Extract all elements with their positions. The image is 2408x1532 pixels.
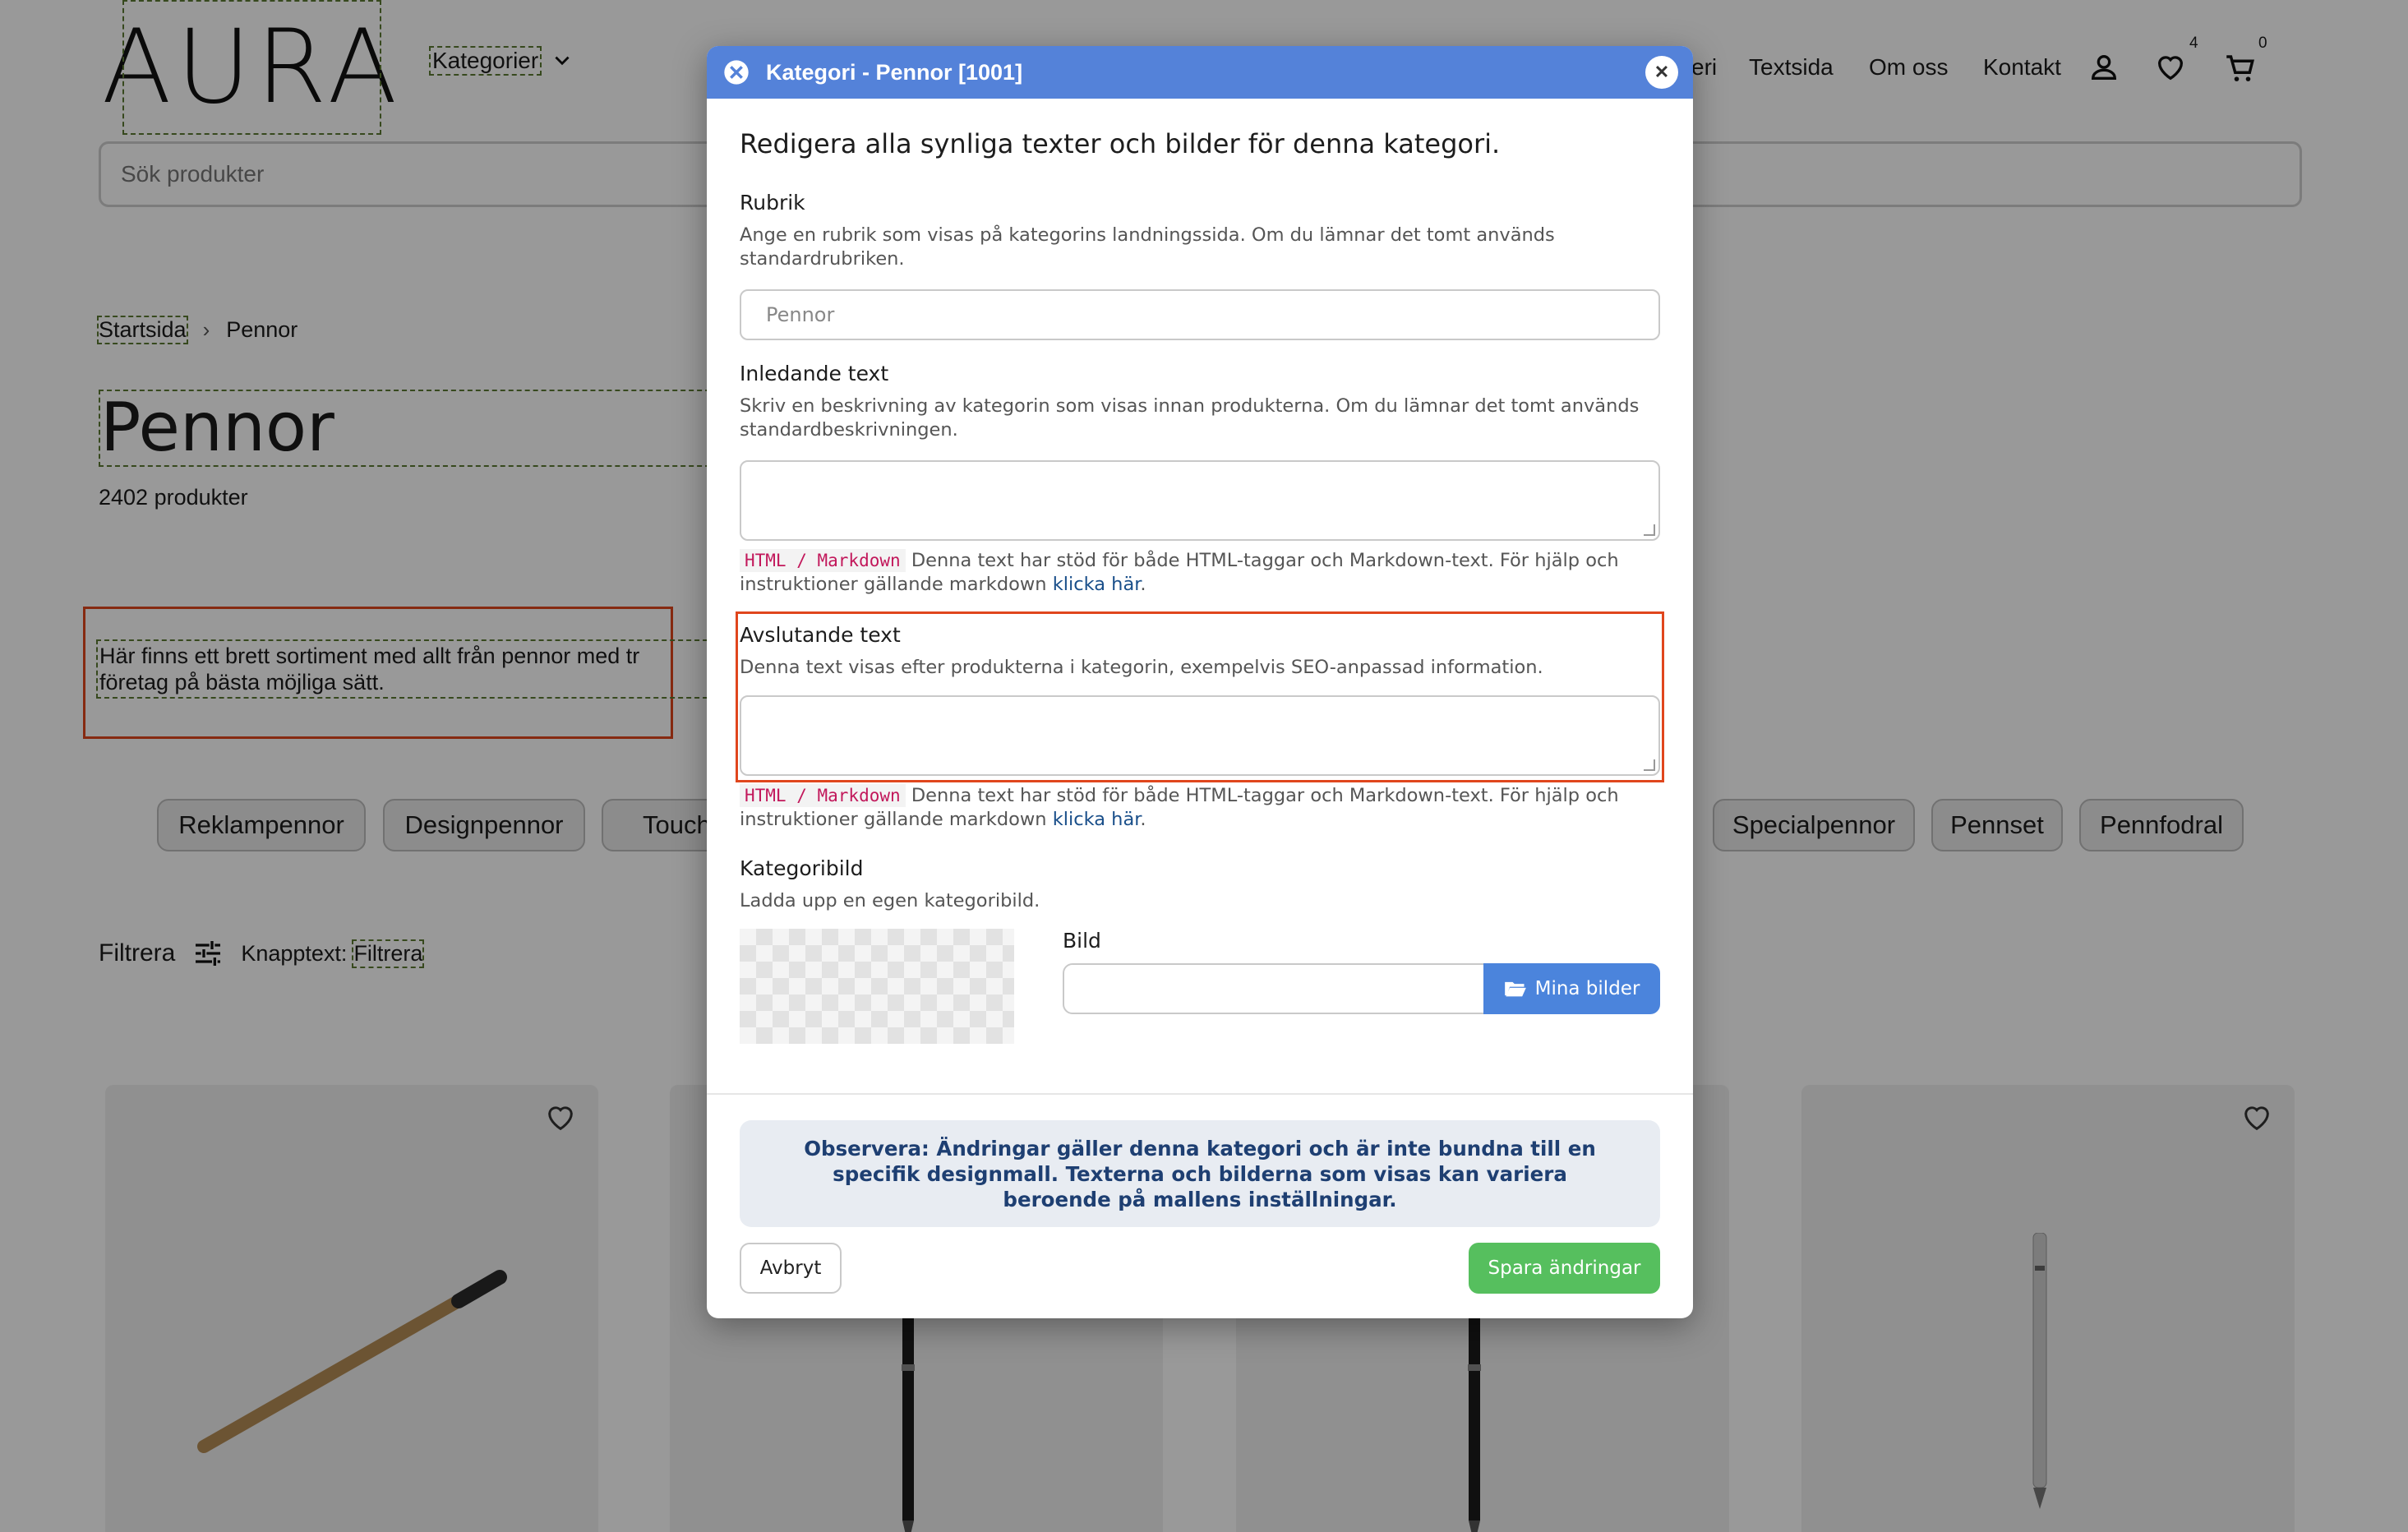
rubrik-input[interactable]: Pennor — [740, 289, 1660, 340]
observe-note: Observera: Ändringar gäller denna katego… — [740, 1120, 1660, 1227]
closing-markdown-help: HTML / Markdown Denna text har stöd för … — [740, 784, 1619, 830]
closing-textarea[interactable] — [740, 695, 1660, 776]
markdown-help-link[interactable]: klicka här — [1053, 809, 1141, 830]
intro-help: Skriv en beskrivning av kategorin som vi… — [740, 395, 1640, 441]
modal-heading: Redigera alla synliga texter och bilder … — [740, 128, 1501, 159]
intro-markdown-help: HTML / Markdown Denna text har stöd för … — [740, 549, 1619, 595]
markdown-tag: HTML / Markdown — [740, 784, 906, 807]
tools-icon — [724, 60, 749, 85]
closing-label: Avslutande text — [740, 623, 901, 647]
image-preview — [740, 929, 1014, 1044]
folder-open-icon — [1504, 981, 1526, 997]
image-path-input[interactable] — [1063, 963, 1485, 1014]
modal-title: Kategori - Pennor [1001] — [766, 59, 1023, 85]
closing-help: Denna text visas efter produkterna i kat… — [740, 657, 1543, 678]
category-edit-modal: Kategori - Pennor [1001] ✕ Redigera alla… — [707, 46, 1693, 1318]
intro-textarea[interactable] — [740, 460, 1660, 541]
bild-label: Bild — [1063, 929, 1101, 953]
image-help: Ladda upp en egen kategoribild. — [740, 890, 1040, 911]
resize-handle-icon[interactable] — [1644, 524, 1655, 536]
close-button[interactable]: ✕ — [1645, 56, 1678, 89]
resize-handle-icon[interactable] — [1644, 759, 1655, 771]
modal-header: Kategori - Pennor [1001] ✕ — [707, 46, 1693, 99]
close-icon: ✕ — [1654, 62, 1670, 82]
rubrik-label: Rubrik — [740, 191, 805, 215]
save-button[interactable]: Spara ändringar — [1469, 1243, 1660, 1294]
divider — [707, 1093, 1693, 1095]
markdown-help-link[interactable]: klicka här — [1053, 574, 1141, 595]
markdown-tag: HTML / Markdown — [740, 549, 906, 572]
my-images-button[interactable]: Mina bilder — [1483, 963, 1660, 1014]
image-label: Kategoribild — [740, 856, 864, 880]
cancel-button[interactable]: Avbryt — [740, 1243, 842, 1294]
rubrik-help: Ange en rubrik som visas på kategorins l… — [740, 224, 1555, 270]
intro-label: Inledande text — [740, 362, 889, 385]
